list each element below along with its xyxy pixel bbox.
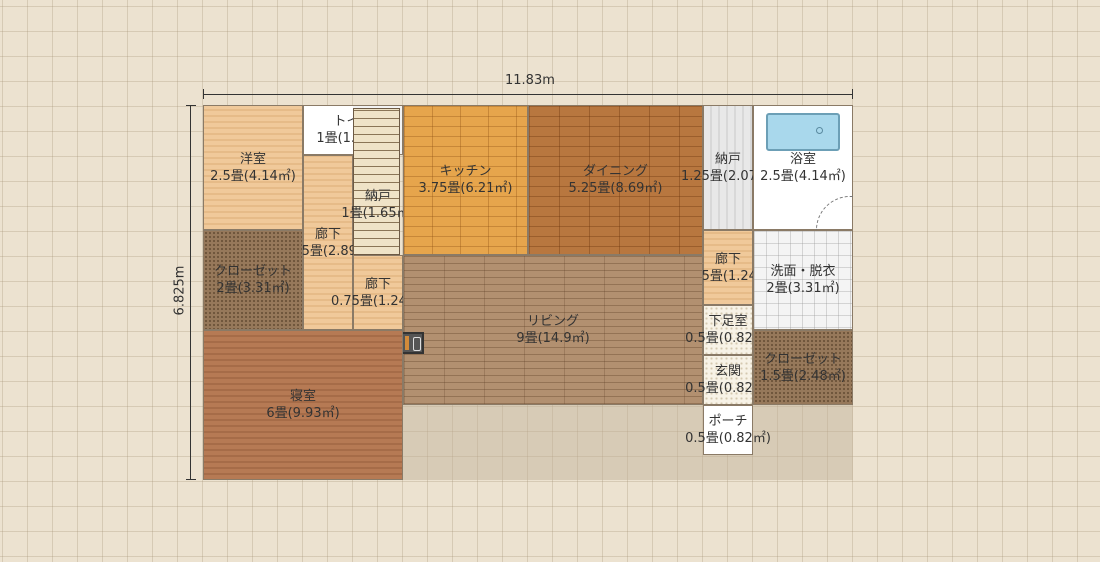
room-name: クローゼット — [213, 264, 292, 279]
room-closet-left[interactable]: クローゼット 2畳(3.31㎡) — [203, 230, 303, 330]
room-area: 2.5畳(4.14㎡) — [760, 168, 846, 184]
room-youshitsu[interactable]: 洋室 2.5畳(4.14㎡) — [203, 105, 303, 230]
room-name: 廊下 — [714, 251, 741, 267]
room-name: 玄関 — [714, 364, 741, 379]
room-name: リビング — [526, 314, 579, 329]
room-nando-right[interactable]: 納戸 1.25畳(2.07㎡) — [681, 105, 775, 230]
room-name: 洗面・脱衣 — [770, 264, 836, 279]
width-dimension-tick-right — [852, 89, 853, 99]
height-dimension-tick-top — [186, 105, 196, 106]
door-swing-icon — [816, 196, 853, 230]
door-icon — [400, 332, 424, 354]
room-corridor-c[interactable]: 廊下 0.75畳(1.24㎡) — [681, 230, 775, 305]
outdoor-area — [403, 405, 853, 480]
room-area: 6畳(9.93㎡) — [266, 406, 340, 421]
width-dimension-label: 11.83m — [505, 73, 555, 88]
room-name: 納戸 — [714, 151, 741, 167]
room-washroom[interactable]: 洗面・脱衣 2畳(3.31㎡) — [753, 230, 853, 330]
room-living[interactable]: リビング 9畳(14.9㎡) — [403, 255, 703, 405]
room-closet-right[interactable]: クローゼット 1.5畳(2.48㎡) — [753, 330, 853, 405]
room-area: 1.5畳(2.48㎡) — [760, 368, 846, 384]
room-bedroom[interactable]: 寝室 6畳(9.93㎡) — [203, 330, 403, 480]
drain-icon — [816, 127, 823, 134]
room-nando-stairs[interactable]: 納戸 1畳(1.65㎡) — [341, 155, 414, 255]
room-porch[interactable]: ポーチ 0.5畳(0.82㎡) — [685, 405, 771, 455]
width-dimension-line — [203, 94, 853, 95]
height-dimension-line — [190, 105, 191, 480]
room-name: 浴室 — [789, 151, 816, 167]
room-name: 寝室 — [289, 389, 316, 404]
height-dimension-tick-bottom — [186, 479, 196, 480]
room-area: 2.5畳(4.14㎡) — [210, 168, 296, 184]
room-name: 廊下 — [364, 276, 391, 292]
room-area: 0.5畳(0.82㎡) — [685, 431, 771, 446]
room-area: 9畳(14.9㎡) — [516, 331, 590, 346]
room-area: 2畳(3.31㎡) — [766, 281, 840, 296]
room-shoe-room[interactable]: 下足室 0.5畳(0.82㎡) — [685, 305, 771, 355]
height-dimension-label: 6.825m — [172, 265, 188, 316]
width-dimension-tick-left — [203, 89, 204, 99]
room-name: ダイニング — [582, 164, 648, 179]
room-name: 納戸 — [364, 189, 391, 204]
room-entrance[interactable]: 玄関 0.5畳(0.82㎡) — [685, 355, 771, 405]
room-name: クローゼット — [763, 351, 842, 367]
room-corridor-b[interactable]: 廊下 0.75畳(1.24㎡) — [331, 255, 425, 330]
room-name: キッチン — [439, 164, 492, 179]
bathtub-icon — [766, 113, 840, 151]
room-area: 3.75畳(6.21㎡) — [418, 181, 513, 196]
room-name: 廊下 — [314, 226, 341, 242]
room-area: 2畳(3.31㎡) — [216, 281, 290, 296]
room-dining[interactable]: ダイニング 5.25畳(8.69㎡) — [528, 105, 703, 255]
room-area: 5.25畳(8.69㎡) — [568, 181, 663, 196]
room-kitchen[interactable]: キッチン 3.75畳(6.21㎡) — [403, 105, 528, 255]
room-name: 洋室 — [239, 151, 266, 167]
room-name: 下足室 — [708, 314, 748, 329]
room-name: ポーチ — [708, 414, 748, 429]
room-bath[interactable]: 浴室 2.5畳(4.14㎡) — [753, 105, 853, 230]
